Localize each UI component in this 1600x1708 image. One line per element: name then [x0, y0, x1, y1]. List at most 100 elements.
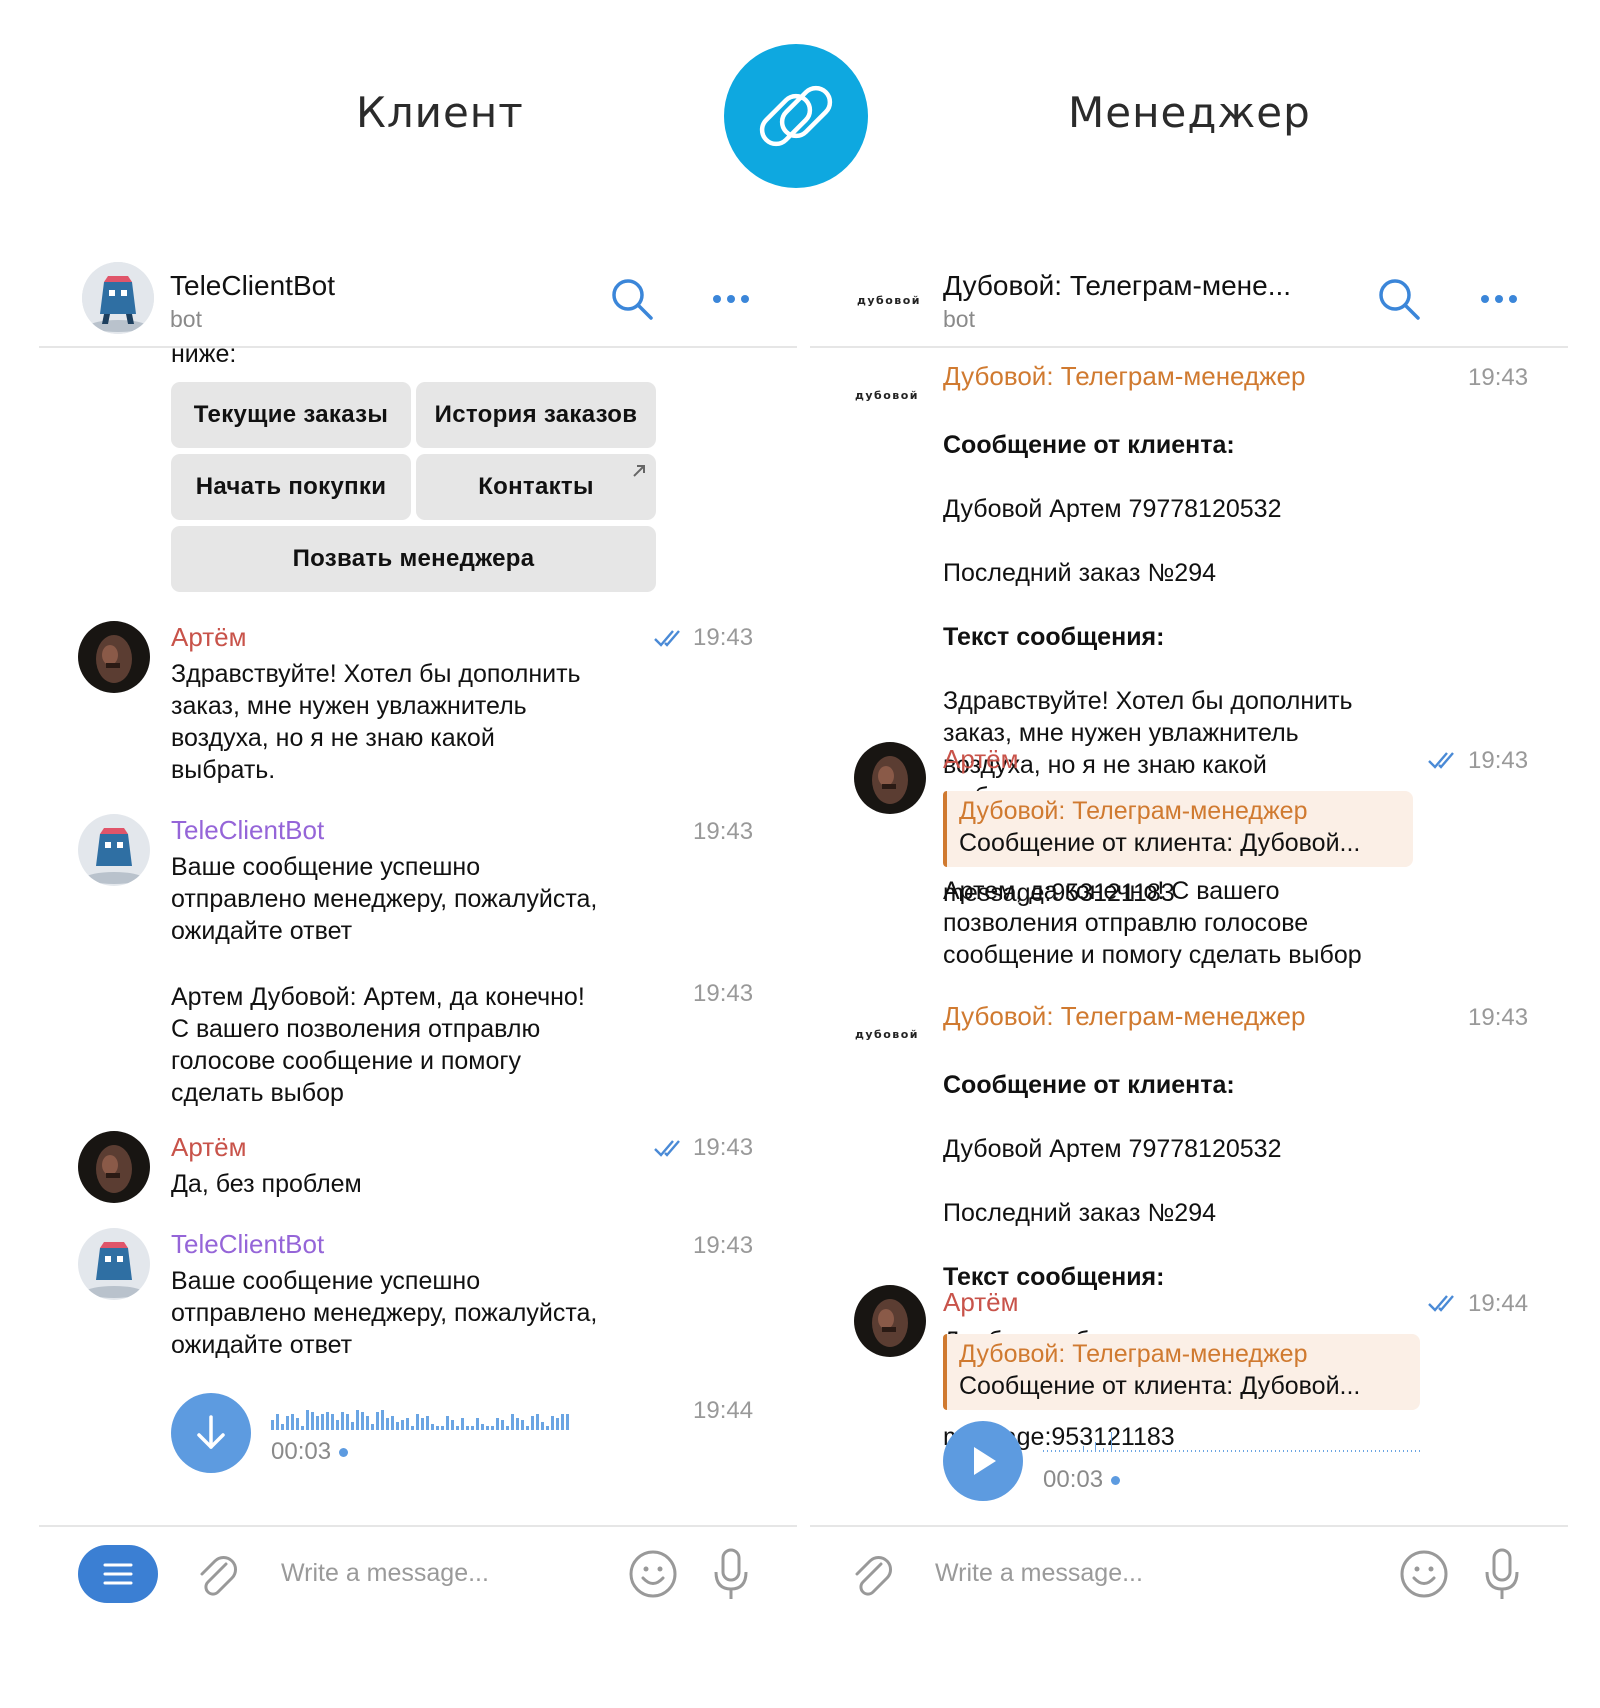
wave-bar	[1083, 1446, 1084, 1452]
user-avatar[interactable]	[854, 1285, 926, 1357]
emoji-icon[interactable]	[1399, 1549, 1449, 1599]
brand-logo[interactable]: дубовой	[857, 294, 921, 307]
unplayed-dot	[339, 1448, 349, 1458]
voice-download-button[interactable]	[171, 1393, 251, 1473]
wave-bar	[1275, 1450, 1276, 1452]
sender-name[interactable]: Артём	[171, 622, 246, 653]
voice-waveform[interactable]	[271, 1404, 641, 1430]
more-icon[interactable]	[709, 284, 753, 314]
wave-bar	[466, 1426, 469, 1430]
wave-bar	[381, 1410, 384, 1430]
wave-bar	[1047, 1450, 1048, 1452]
wave-bar	[1043, 1450, 1044, 1452]
wave-bar	[401, 1420, 404, 1430]
bot-avatar[interactable]	[78, 1228, 150, 1300]
manager-label: Менеджер	[1068, 88, 1311, 137]
sender-name[interactable]: Дубовой: Телеграм-менеджер	[943, 361, 1305, 392]
wave-bar	[416, 1414, 419, 1430]
wave-bar	[446, 1416, 449, 1430]
wave-bar	[1219, 1450, 1220, 1452]
sender-logo[interactable]: дубовой	[855, 389, 919, 402]
wave-bar	[1375, 1450, 1376, 1452]
wave-bar	[501, 1420, 504, 1430]
wave-bar	[541, 1422, 544, 1430]
wave-bar	[1383, 1450, 1384, 1452]
wave-bar	[321, 1414, 324, 1430]
wave-bar	[1235, 1450, 1236, 1452]
wave-bar	[556, 1418, 559, 1430]
wave-bar	[481, 1424, 484, 1430]
bot-menu-button[interactable]	[78, 1545, 158, 1603]
message-input[interactable]: Write a message...	[935, 1559, 1143, 1588]
wave-bar	[496, 1418, 499, 1430]
microphone-icon[interactable]	[1482, 1547, 1522, 1601]
wave-bar	[1159, 1450, 1160, 1452]
client-label: Сообщение от клиента:	[943, 431, 1235, 459]
wave-bar	[491, 1426, 494, 1430]
microphone-icon[interactable]	[711, 1547, 751, 1601]
wave-bar	[1139, 1450, 1140, 1452]
voice-play-button[interactable]	[943, 1421, 1023, 1501]
text-label: Текст сообщения:	[943, 623, 1165, 651]
wave-bar	[476, 1418, 479, 1430]
wave-bar	[1123, 1450, 1124, 1452]
kb-call-manager-button[interactable]: Позвать менеджера	[171, 526, 656, 592]
wave-bar	[1415, 1450, 1416, 1452]
wave-bar	[1151, 1450, 1152, 1452]
wave-bar	[1283, 1450, 1284, 1452]
wave-bar	[1227, 1450, 1228, 1452]
kb-current-orders-button[interactable]: Текущие заказы	[171, 382, 411, 448]
kb-start-shopping-button[interactable]: Начать покупки	[171, 454, 411, 520]
sender-name[interactable]: Артём	[943, 744, 1018, 775]
user-avatar[interactable]	[78, 621, 150, 693]
voice-waveform[interactable]	[1043, 1426, 1421, 1452]
wave-bar	[1207, 1450, 1208, 1452]
sender-name[interactable]: Артём	[171, 1132, 246, 1163]
bot-avatar[interactable]	[82, 262, 154, 334]
sender-name[interactable]: Дубовой: Телеграм-менеджер	[943, 1001, 1305, 1032]
wave-bar	[1167, 1450, 1168, 1452]
wave-bar	[1343, 1450, 1344, 1452]
kb-order-history-button[interactable]: История заказов	[416, 382, 656, 448]
wave-bar	[1103, 1448, 1104, 1452]
sender-name[interactable]: Артём	[943, 1287, 1018, 1318]
wave-bar	[1399, 1450, 1400, 1452]
wave-bar	[536, 1414, 539, 1430]
reply-quote[interactable]: Дубовой: Телеграм-менеджер Сообщение от …	[943, 1334, 1420, 1410]
reply-quote[interactable]: Дубовой: Телеграм-менеджер Сообщение от …	[943, 791, 1413, 867]
attach-icon[interactable]	[849, 1550, 895, 1600]
external-link-icon	[633, 465, 645, 477]
attach-icon[interactable]	[194, 1550, 240, 1600]
wave-bar	[471, 1426, 474, 1430]
wave-bar	[486, 1426, 489, 1430]
emoji-icon[interactable]	[628, 1549, 678, 1599]
sender-name[interactable]: TeleClientBot	[171, 1229, 324, 1260]
wave-bar	[1087, 1450, 1088, 1452]
wave-bar	[1371, 1450, 1372, 1452]
kb-contacts-button[interactable]: Контакты	[416, 454, 656, 520]
wave-bar	[566, 1414, 569, 1430]
wave-bar	[341, 1412, 344, 1430]
wave-bar	[1247, 1450, 1248, 1452]
wave-bar	[1251, 1450, 1252, 1452]
bot-avatar[interactable]	[78, 814, 150, 886]
read-check-icon	[654, 630, 680, 647]
wave-bar	[1215, 1450, 1216, 1452]
wave-bar	[271, 1420, 274, 1430]
wave-bar	[1111, 1432, 1112, 1452]
search-icon[interactable]	[1376, 276, 1422, 322]
reply-title: Дубовой: Телеграм-менеджер	[959, 1340, 1308, 1368]
user-avatar[interactable]	[854, 742, 926, 814]
wave-bar	[506, 1426, 509, 1430]
wave-bar	[1067, 1450, 1068, 1452]
search-icon[interactable]	[609, 276, 655, 322]
wave-bar	[1191, 1450, 1192, 1452]
read-check-icon	[1428, 1295, 1454, 1312]
sender-name[interactable]: TeleClientBot	[171, 815, 324, 846]
more-icon[interactable]	[1477, 284, 1521, 314]
chat-title: TeleClientBot	[170, 270, 335, 301]
sender-logo[interactable]: дубовой	[855, 1028, 919, 1041]
wave-bar	[451, 1420, 454, 1430]
user-avatar[interactable]	[78, 1131, 150, 1203]
message-input[interactable]: Write a message...	[281, 1559, 489, 1588]
